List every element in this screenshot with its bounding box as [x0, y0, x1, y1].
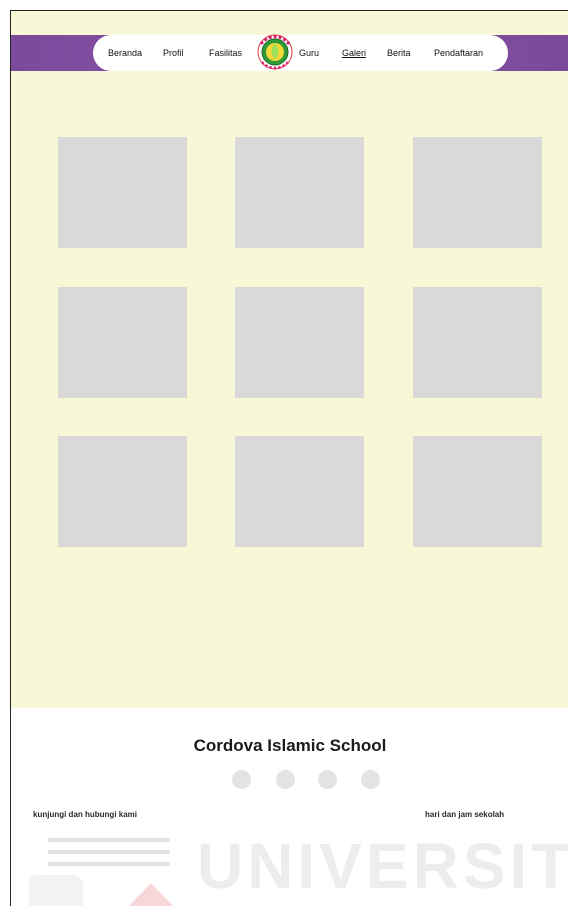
- gallery-image-placeholder[interactable]: [235, 436, 364, 547]
- watermark-logo-fragment: [29, 875, 173, 906]
- nav-link-pendaftaran[interactable]: Pendaftaran: [434, 35, 483, 71]
- nav-link-beranda[interactable]: Beranda: [108, 35, 142, 71]
- nav-link-berita[interactable]: Berita: [387, 35, 411, 71]
- footer-school-name: Cordova Islamic School: [193, 736, 387, 755]
- gallery-image-placeholder[interactable]: [58, 436, 187, 547]
- gallery-image-placeholder[interactable]: [58, 287, 187, 398]
- footer-hours-heading: hari dan jam sekolah: [425, 810, 505, 819]
- footer-contact-heading: kunjungi dan hubungi kami: [33, 810, 137, 819]
- gallery-image-placeholder[interactable]: [413, 287, 542, 398]
- nav-link-fasilitas[interactable]: Fasilitas: [209, 35, 242, 71]
- gallery-image-placeholder[interactable]: [413, 137, 542, 248]
- social-icon-placeholder[interactable]: [361, 770, 380, 789]
- nav-link-galeri[interactable]: Galeri: [342, 35, 366, 71]
- social-icon-placeholder[interactable]: [232, 770, 251, 789]
- gallery-image-placeholder[interactable]: [235, 137, 364, 248]
- gallery-image-placeholder[interactable]: [235, 287, 364, 398]
- watermark-text: UNIVERSITA: [197, 830, 568, 902]
- page-frame: Beranda Profil Fasilitas Guru Galeri Ber…: [10, 10, 568, 906]
- school-logo-emblem: [257, 34, 293, 70]
- school-logo[interactable]: [255, 29, 295, 73]
- social-icon-placeholder[interactable]: [318, 770, 337, 789]
- gallery-image-placeholder[interactable]: [58, 137, 187, 248]
- nav-link-guru[interactable]: Guru: [299, 35, 319, 71]
- social-icon-placeholder[interactable]: [276, 770, 295, 789]
- nav-link-profil[interactable]: Profil: [163, 35, 184, 71]
- gallery-image-placeholder[interactable]: [413, 436, 542, 547]
